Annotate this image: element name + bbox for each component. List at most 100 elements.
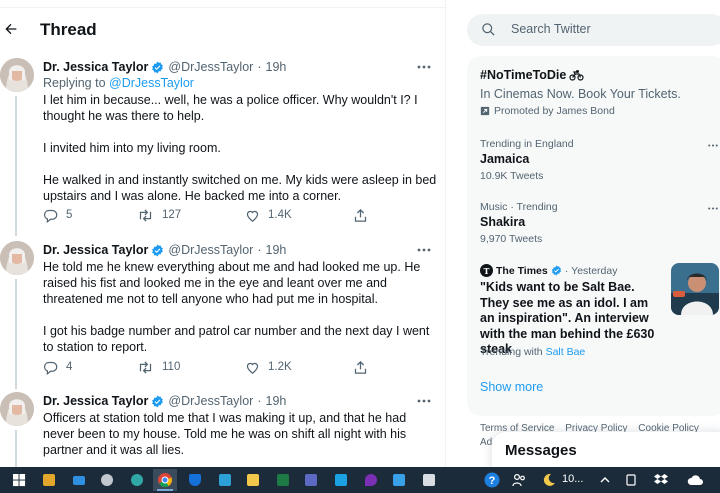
search-icon bbox=[481, 22, 496, 42]
help-icon[interactable]: ? bbox=[483, 471, 501, 489]
tweet-actions: 4 110 1.2K bbox=[43, 357, 383, 377]
tweet-time[interactable]: 19h bbox=[266, 60, 287, 74]
reply-icon bbox=[43, 361, 58, 375]
share-button[interactable] bbox=[353, 357, 376, 377]
start-icon[interactable] bbox=[10, 471, 28, 489]
retweet-count: 110 bbox=[162, 361, 181, 373]
replying-to-link[interactable]: @DrJessTaylor bbox=[109, 76, 194, 90]
app-icon[interactable] bbox=[216, 471, 234, 489]
skype-icon[interactable] bbox=[362, 471, 380, 489]
defender-icon[interactable] bbox=[186, 471, 204, 489]
news-time: Yesterday bbox=[571, 264, 618, 277]
trend-context: Music · Trending bbox=[480, 201, 558, 213]
like-button[interactable]: 1.4K bbox=[245, 205, 292, 225]
tweet-paragraph: I got his badge number and patrol car nu… bbox=[43, 324, 430, 354]
thread-header: Thread bbox=[0, 8, 445, 52]
tablet-icon[interactable] bbox=[622, 471, 640, 489]
show-more-link[interactable]: Show more bbox=[480, 380, 543, 394]
author-name[interactable]: Dr. Jessica Taylor bbox=[43, 60, 148, 74]
chevron-up-icon[interactable] bbox=[596, 471, 614, 489]
retweet-button[interactable]: 110 bbox=[137, 357, 180, 377]
tweet[interactable]: Dr. Jessica Taylor @DrJessTaylor · 19h O… bbox=[0, 392, 445, 467]
author-name[interactable]: Dr. Jessica Taylor bbox=[43, 243, 148, 257]
teams-icon[interactable] bbox=[332, 471, 350, 489]
reply-button[interactable]: 5 bbox=[43, 205, 72, 225]
news-source[interactable]: The Times bbox=[496, 265, 548, 277]
tweet-time[interactable]: 19h bbox=[266, 394, 287, 408]
tweet-header: Dr. Jessica Taylor @DrJessTaylor · 19h bbox=[43, 58, 286, 76]
like-button[interactable]: 1.2K bbox=[245, 357, 292, 377]
trending-with-link[interactable]: Salt Bae bbox=[546, 346, 586, 358]
messages-title: Messages bbox=[505, 442, 577, 459]
tweet-text: Officers at station told me that I was m… bbox=[43, 410, 439, 458]
avatar[interactable] bbox=[0, 241, 34, 275]
excel-icon[interactable] bbox=[274, 471, 292, 489]
heart-icon bbox=[246, 362, 259, 374]
top-divider bbox=[0, 0, 445, 8]
tweet-time[interactable]: 19h bbox=[266, 243, 287, 257]
news-trending-with: Trending with Salt Bae bbox=[480, 346, 585, 358]
retweet-icon bbox=[139, 360, 152, 374]
dropbox-icon[interactable] bbox=[652, 471, 670, 489]
edge-icon[interactable] bbox=[128, 471, 146, 489]
promoted-trend[interactable]: #NoTimeToDie bbox=[480, 68, 584, 82]
page-title: Thread bbox=[40, 20, 97, 39]
author-handle[interactable]: @DrJessTaylor bbox=[168, 243, 253, 257]
verified-badge-icon bbox=[151, 61, 164, 74]
weather-icon[interactable] bbox=[98, 471, 116, 489]
avatar[interactable] bbox=[0, 58, 34, 92]
tweet[interactable]: Dr. Jessica Taylor @DrJessTaylor · 19h H… bbox=[0, 241, 445, 389]
more-options-icon[interactable] bbox=[414, 241, 434, 259]
more-options-icon[interactable] bbox=[414, 392, 434, 410]
footer-link-ads[interactable]: Ad bbox=[480, 437, 492, 448]
search-input[interactable]: Search Twitter bbox=[511, 22, 591, 36]
people-icon[interactable] bbox=[510, 471, 528, 489]
share-button[interactable] bbox=[353, 205, 376, 225]
tweet-paragraph: Officers at station told me that I was m… bbox=[43, 411, 407, 457]
photos-icon[interactable] bbox=[420, 471, 438, 489]
more-options-icon[interactable] bbox=[703, 138, 720, 152]
promoted-hashtag[interactable]: #NoTimeToDie bbox=[480, 68, 566, 82]
tweet-paragraph: He told me he knew everything about me a… bbox=[43, 260, 421, 306]
trend-name[interactable]: Jamaica bbox=[480, 152, 529, 166]
tweet-actions: 5 127 1.4K bbox=[43, 205, 383, 225]
tweet-paragraph: I invited him into my living room. bbox=[43, 141, 221, 155]
notes-icon[interactable] bbox=[244, 471, 262, 489]
trend-count: 9,970 Tweets bbox=[480, 233, 543, 245]
thread-connector bbox=[15, 96, 17, 236]
avatar[interactable] bbox=[0, 392, 34, 426]
verified-badge-icon bbox=[551, 265, 562, 276]
store-icon[interactable] bbox=[40, 471, 58, 489]
tweet-text: He told me he knew everything about me a… bbox=[43, 259, 439, 355]
tool-icon[interactable] bbox=[390, 471, 408, 489]
mail-icon[interactable] bbox=[70, 471, 88, 489]
more-options-icon[interactable] bbox=[703, 201, 720, 215]
more-options-icon[interactable] bbox=[414, 58, 434, 76]
messages-drawer[interactable]: Messages bbox=[492, 432, 720, 472]
retweet-count: 127 bbox=[162, 209, 182, 221]
main-column: Thread Dr. Jessica Taylor @DrJessTaylor … bbox=[0, 0, 446, 467]
windows-taskbar: ? 10... bbox=[0, 467, 720, 493]
search-box[interactable]: Search Twitter bbox=[467, 14, 720, 46]
files-icon[interactable] bbox=[302, 471, 320, 489]
cloud-icon[interactable] bbox=[686, 471, 704, 489]
back-arrow-icon[interactable] bbox=[0, 18, 22, 40]
thread-connector bbox=[15, 279, 17, 389]
tweet-header: Dr. Jessica Taylor @DrJessTaylor · 19h bbox=[43, 392, 286, 410]
temperature-text: 10... bbox=[562, 473, 584, 485]
tweet[interactable]: Dr. Jessica Taylor @DrJessTaylor · 19h R… bbox=[0, 58, 445, 236]
author-name[interactable]: Dr. Jessica Taylor bbox=[43, 394, 148, 408]
news-thumbnail[interactable] bbox=[671, 263, 719, 315]
retweet-button[interactable]: 127 bbox=[137, 205, 181, 225]
author-handle[interactable]: @DrJessTaylor bbox=[168, 60, 253, 74]
replying-to: Replying to @DrJessTaylor bbox=[43, 76, 194, 90]
chrome-icon[interactable] bbox=[156, 471, 174, 489]
like-count: 1.2K bbox=[268, 361, 292, 373]
like-count: 1.4K bbox=[268, 209, 292, 221]
trending-prefix: Trending with bbox=[480, 346, 546, 358]
trend-name[interactable]: Shakira bbox=[480, 215, 525, 229]
moon-weather-icon bbox=[540, 471, 558, 489]
author-handle[interactable]: @DrJessTaylor bbox=[168, 394, 253, 408]
reply-button[interactable]: 4 bbox=[43, 357, 72, 377]
promoted-by: Promoted by James Bond bbox=[480, 105, 615, 117]
